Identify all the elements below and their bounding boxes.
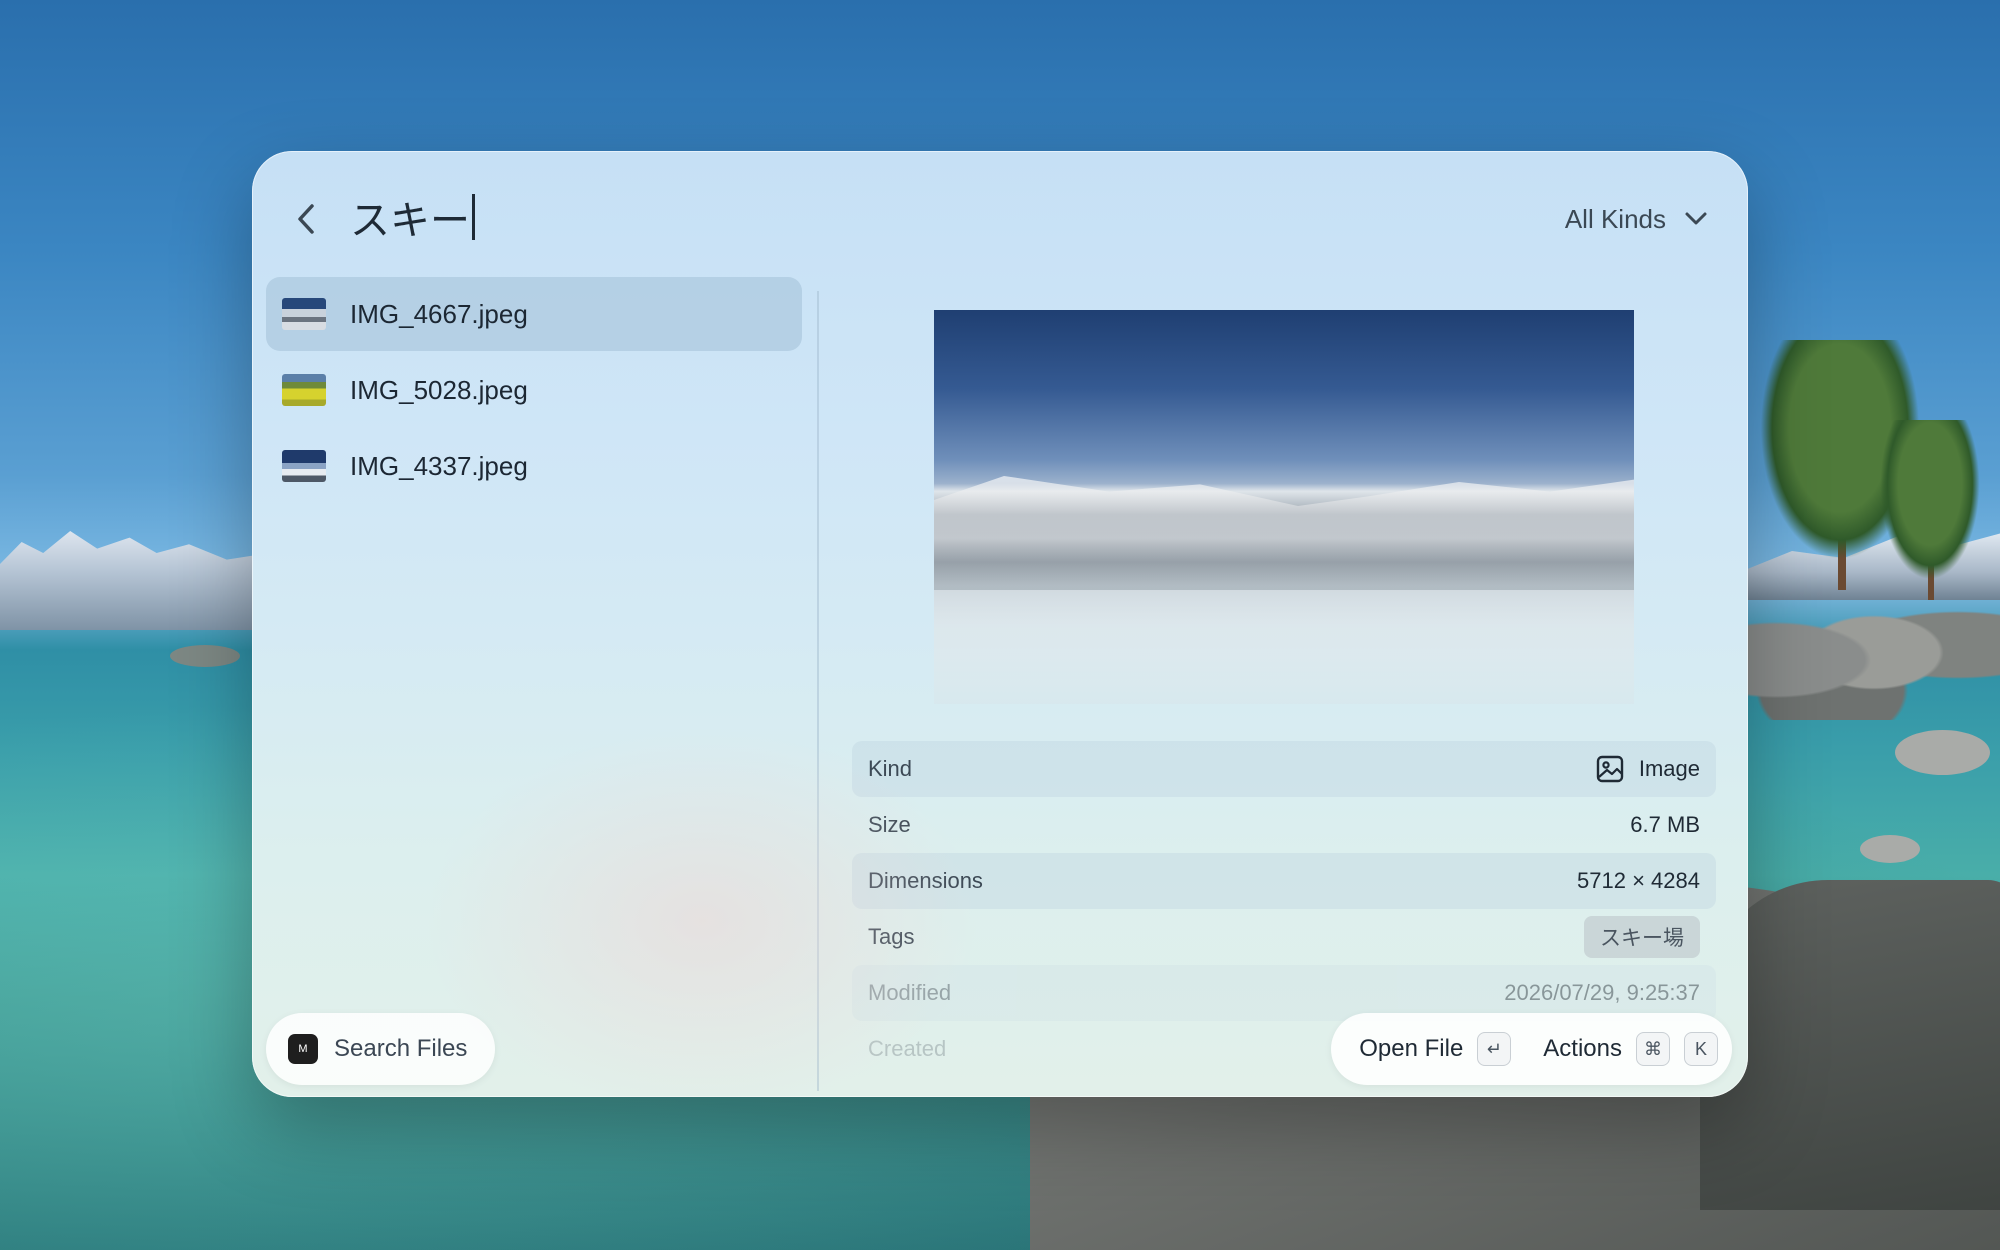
mountains-left bbox=[0, 531, 270, 630]
result-filename: IMG_4337.jpeg bbox=[350, 450, 528, 481]
detail-row-tags: Tags スキー場 bbox=[852, 909, 1716, 965]
search-query-text: スキー bbox=[350, 199, 470, 243]
action-bar: Open File ↵ Actions ⌘ K bbox=[1331, 1013, 1732, 1085]
detail-label: Created bbox=[868, 1036, 947, 1061]
result-item[interactable]: IMG_4667.jpeg bbox=[266, 277, 802, 351]
results-list: IMG_4667.jpeg IMG_5028.jpeg IMG_4337.jpe… bbox=[266, 277, 802, 505]
search-files-button[interactable]: M Search Files bbox=[266, 1013, 496, 1085]
actions-label: Actions bbox=[1543, 1035, 1622, 1062]
image-preview bbox=[934, 310, 1634, 704]
back-chevron-icon bbox=[298, 204, 314, 234]
command-key-icon: ⌘ bbox=[1636, 1032, 1670, 1066]
detail-label: Modified bbox=[868, 980, 952, 1005]
kind-value: Image bbox=[1638, 756, 1700, 781]
detail-row-kind: Kind Image bbox=[852, 741, 1716, 797]
size-value: 6.7 MB bbox=[1630, 812, 1700, 837]
open-file-button[interactable]: Open File ↵ bbox=[1359, 1032, 1512, 1066]
detail-row-dimensions: Dimensions 5712 × 4284 bbox=[852, 853, 1716, 909]
actions-button[interactable]: Actions ⌘ K bbox=[1543, 1032, 1718, 1066]
detail-label: Tags bbox=[868, 924, 915, 949]
result-item[interactable]: IMG_5028.jpeg bbox=[266, 353, 802, 427]
image-thumbnail bbox=[282, 450, 326, 482]
image-icon bbox=[1596, 755, 1624, 783]
kind-filter-dropdown[interactable]: All Kinds bbox=[1565, 197, 1708, 241]
text-caret bbox=[472, 194, 475, 240]
modified-value: 2026/07/29, 9:25:37 bbox=[1504, 980, 1700, 1005]
detail-row-size: Size 6.7 MB bbox=[852, 797, 1716, 853]
search-files-label: Search Files bbox=[334, 1035, 468, 1062]
return-key-icon: ↵ bbox=[1477, 1032, 1512, 1066]
open-file-label: Open File bbox=[1359, 1035, 1464, 1062]
detail-label: Size bbox=[868, 812, 911, 837]
search-header: スキー All Kinds bbox=[252, 151, 1748, 275]
app-icon: M bbox=[288, 1034, 318, 1064]
app-icon-letter: M bbox=[298, 1043, 308, 1055]
result-item[interactable]: IMG_4337.jpeg bbox=[266, 429, 802, 503]
chevron-down-icon bbox=[1685, 212, 1707, 225]
result-filename: IMG_4667.jpeg bbox=[350, 298, 528, 329]
dimensions-value: 5712 × 4284 bbox=[1577, 868, 1700, 893]
pine-tree bbox=[1880, 420, 1980, 580]
search-input[interactable]: スキー bbox=[350, 189, 475, 245]
image-thumbnail bbox=[282, 298, 326, 330]
pane-divider bbox=[817, 291, 819, 1091]
spotlight-panel: スキー All Kinds IMG_4667.jpeg IMG_5028.jpe… bbox=[252, 151, 1748, 1097]
back-button[interactable] bbox=[282, 195, 330, 243]
detail-label: Dimensions bbox=[868, 868, 983, 893]
detail-label: Kind bbox=[868, 756, 913, 781]
tag-badge[interactable]: スキー場 bbox=[1584, 916, 1700, 958]
rock bbox=[170, 645, 240, 667]
kind-filter-label: All Kinds bbox=[1564, 203, 1666, 234]
image-thumbnail bbox=[282, 374, 326, 406]
k-key: K bbox=[1684, 1032, 1718, 1066]
detail-value: Image bbox=[1595, 754, 1700, 784]
shore-rocks bbox=[1720, 570, 2000, 720]
rock bbox=[1895, 730, 1990, 775]
rock bbox=[1860, 835, 1920, 863]
result-filename: IMG_5028.jpeg bbox=[350, 374, 528, 405]
